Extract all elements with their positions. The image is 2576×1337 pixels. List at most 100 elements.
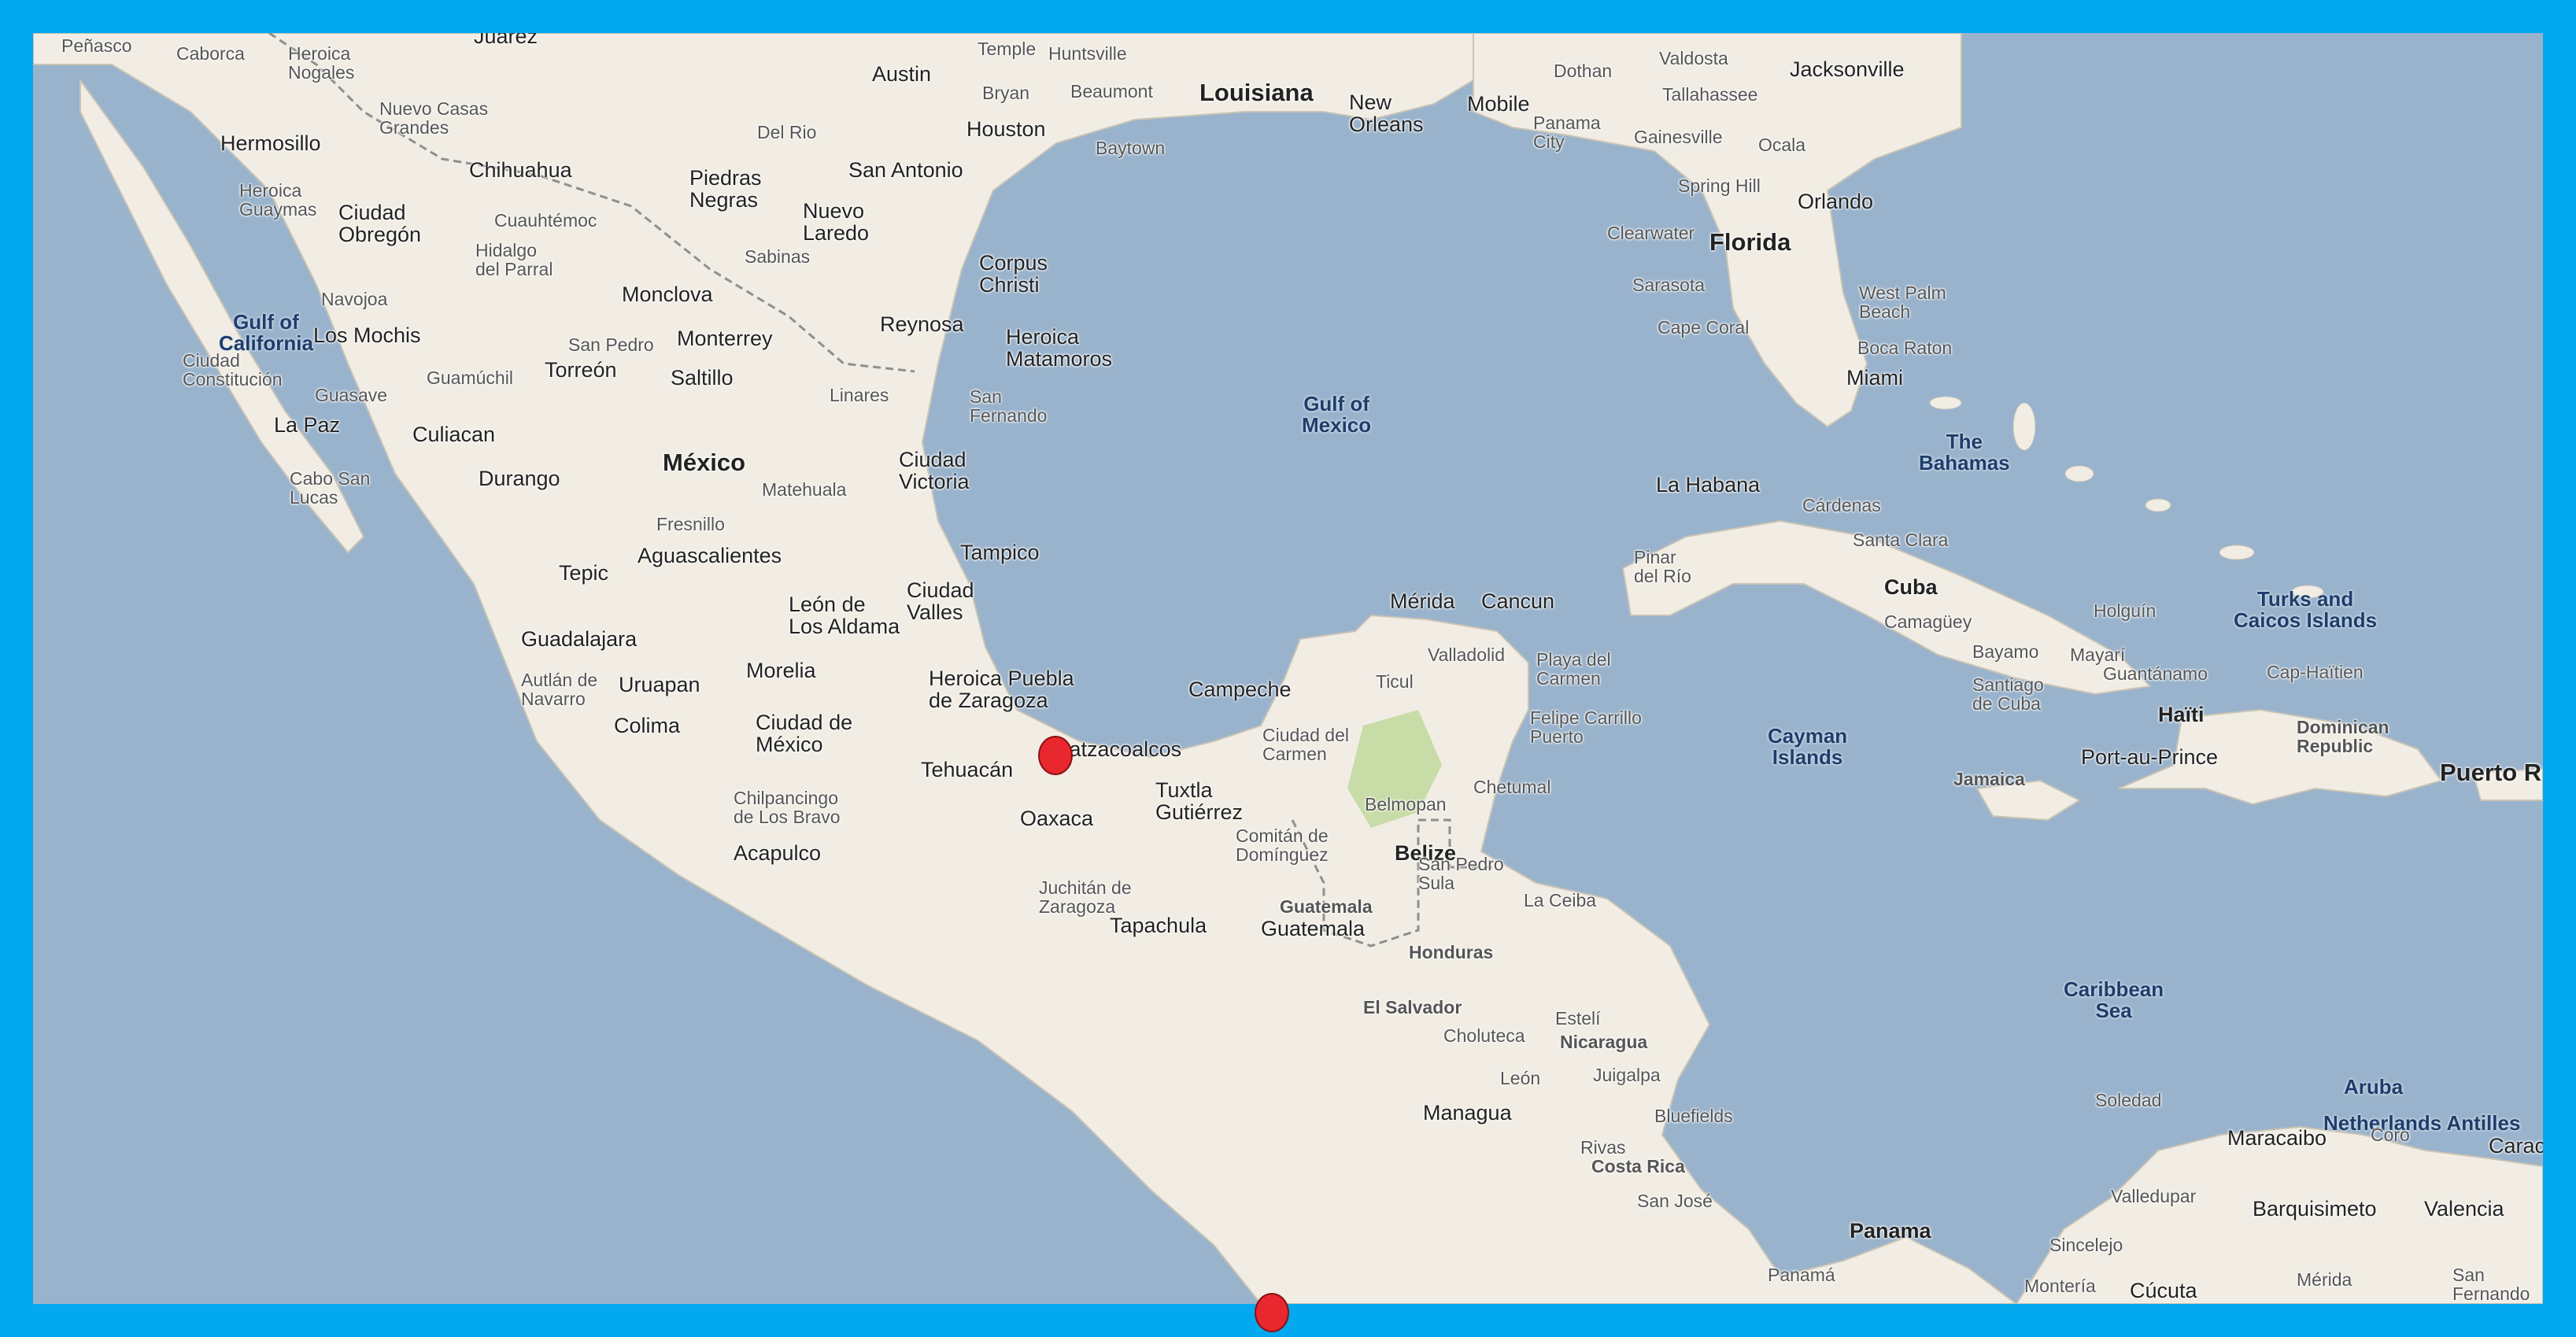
map-label: San Antonio	[848, 158, 963, 182]
map-label: Aguascalientes	[638, 544, 782, 567]
map-label: Spring Hill	[1678, 175, 1761, 196]
map-label: Bluefields	[1654, 1106, 1733, 1126]
map-label: Ocala	[1758, 135, 1806, 155]
map-canvas[interactable]: Gulf of California Gulf of Mexico Caribbea…	[33, 33, 2543, 1304]
map-label: Cap-Haïtien	[2267, 662, 2363, 682]
map-label: Cúcuta	[2130, 1279, 2197, 1302]
map-label: Mérida	[2297, 1269, 2352, 1290]
map-label: West Palm Beach	[1859, 283, 1946, 323]
map-label: Clearwater	[1607, 223, 1695, 243]
map-label: Valdosta	[1659, 48, 1728, 68]
map-label: Caborca	[176, 43, 245, 64]
map-label: Jacksonville	[1790, 57, 1905, 81]
map-label: Gainesville	[1634, 127, 1723, 147]
map-label: Maracaibo	[2227, 1126, 2327, 1150]
map-label: Corpus Christi	[979, 251, 1048, 297]
map-label: Tampico	[960, 541, 1040, 564]
map-label: Ciudad Victoria	[899, 448, 970, 494]
map-label: Juárez	[474, 33, 538, 48]
map-label: Guamúchil	[427, 367, 513, 388]
map-label: Chilpancingo de Los Bravo	[734, 788, 841, 828]
map-label: Ciudad Obregón	[338, 201, 422, 247]
map-label: Haïti	[2158, 703, 2205, 726]
map-label: Cape Coral	[1658, 317, 1750, 338]
map-label: México	[663, 449, 746, 476]
map-label: Linares	[830, 385, 889, 405]
map-label: Juigalpa	[1593, 1065, 1661, 1085]
map-label: Torreón	[545, 358, 617, 382]
map-label: Sincelejo	[2049, 1235, 2123, 1255]
map-label: Barquisimeto	[2253, 1197, 2377, 1221]
map-label: Panama	[1850, 1219, 1931, 1243]
map-label: Dominican Republic	[2297, 717, 2389, 757]
map-label: Panama City	[1533, 113, 1601, 153]
map-label: Ciudad de México	[756, 711, 853, 757]
map-label: Orlando	[1798, 190, 1874, 213]
map-label: Carac	[2489, 1134, 2543, 1158]
map-label: Soledad	[2095, 1090, 2162, 1110]
map-label: Los Mochis	[313, 323, 421, 347]
map-label: Ciudad del Carmen	[1262, 725, 1349, 765]
map-label: Valledupar	[2111, 1186, 2197, 1206]
water-label: Turks and Caicos Islands	[2234, 587, 2378, 633]
water-label: The Bahamas	[1919, 430, 2010, 475]
map-label: Miami	[1846, 366, 1903, 390]
map-label: Austin	[872, 62, 932, 86]
map-label: Santa Clara	[1853, 530, 1949, 550]
map-label: Culiacan	[412, 423, 496, 446]
map-label: Cuauhtémoc	[494, 210, 597, 231]
map-label: Del Rio	[757, 122, 817, 142]
bottom-pin-marker[interactable]	[1255, 1293, 1289, 1332]
location-marker[interactable]	[1038, 736, 1073, 775]
map-label: Piedras Negras	[689, 166, 762, 212]
map-label: Tapachula	[1110, 914, 1207, 937]
map-label: Heroica Puebla de Zaragoza	[929, 667, 1074, 713]
map-label: Hermosillo	[220, 131, 321, 155]
water-label: Netherlands Antilles	[2323, 1111, 2521, 1135]
map-label: Monterrey	[677, 327, 773, 350]
map-label: Reynosa	[880, 312, 964, 336]
map-label: Puerto R	[2440, 759, 2542, 786]
map-label: Oaxaca	[1020, 807, 1094, 830]
map-label: Hidalgo del Parral	[475, 240, 553, 280]
map-label: Nuevo Casas Grandes	[379, 98, 489, 139]
map-label: Ciudad Constitución	[183, 350, 283, 390]
map-label: Guatemala	[1280, 896, 1373, 917]
map-label: Louisiana	[1199, 79, 1314, 106]
map-label: Tuxtla Gutiérrez	[1155, 778, 1244, 825]
map-label: León	[1500, 1068, 1541, 1088]
map-label: Bayamo	[1972, 641, 2039, 662]
map-label: Nuevo Laredo	[803, 199, 870, 246]
map-label: Honduras	[1409, 942, 1494, 962]
map-label: Playa del Carmen	[1536, 649, 1611, 689]
map-label: Panamá	[1768, 1265, 1835, 1285]
map-label: Peñasco	[61, 35, 132, 56]
map-label: Jamaica	[1953, 769, 2025, 789]
map-label: Guadalajara	[521, 627, 638, 651]
map-label: Port-au-Prince	[2081, 745, 2219, 769]
map-label: Baytown	[1096, 138, 1166, 158]
map-label: Morelia	[746, 659, 816, 682]
water-label: Gulf of Mexico	[1302, 392, 1372, 438]
map-label: Ticul	[1376, 671, 1414, 692]
map-label: Heroica Nogales	[288, 43, 355, 83]
map-label: Tepic	[559, 561, 609, 585]
map-label: Fresnillo	[656, 514, 725, 534]
map-label: Ciudad Valles	[907, 578, 974, 625]
water-label: Aruba	[2344, 1075, 2404, 1099]
map-label: San Fernando	[2452, 1265, 2530, 1304]
water-label: Gulf of California	[219, 310, 313, 356]
map-label: Bryan	[982, 83, 1030, 103]
map-label: Matehuala	[762, 479, 847, 500]
map-label: Cárdenas	[1802, 495, 1881, 515]
map-label: Boca Raton	[1857, 338, 1953, 358]
map-label: Guasave	[315, 385, 388, 405]
map-label: Huntsville	[1048, 43, 1127, 64]
map-label: Florida	[1709, 228, 1791, 256]
map-label: Felipe Carrillo Puerto	[1530, 707, 1642, 748]
map-label: La Ceiba	[1524, 890, 1597, 910]
map-label: Heroica Matamoros	[1006, 325, 1113, 371]
map-label: Autlán de Navarro	[521, 670, 598, 710]
map-label: Durango	[479, 467, 560, 490]
map-label: Guatemala	[1261, 917, 1366, 940]
